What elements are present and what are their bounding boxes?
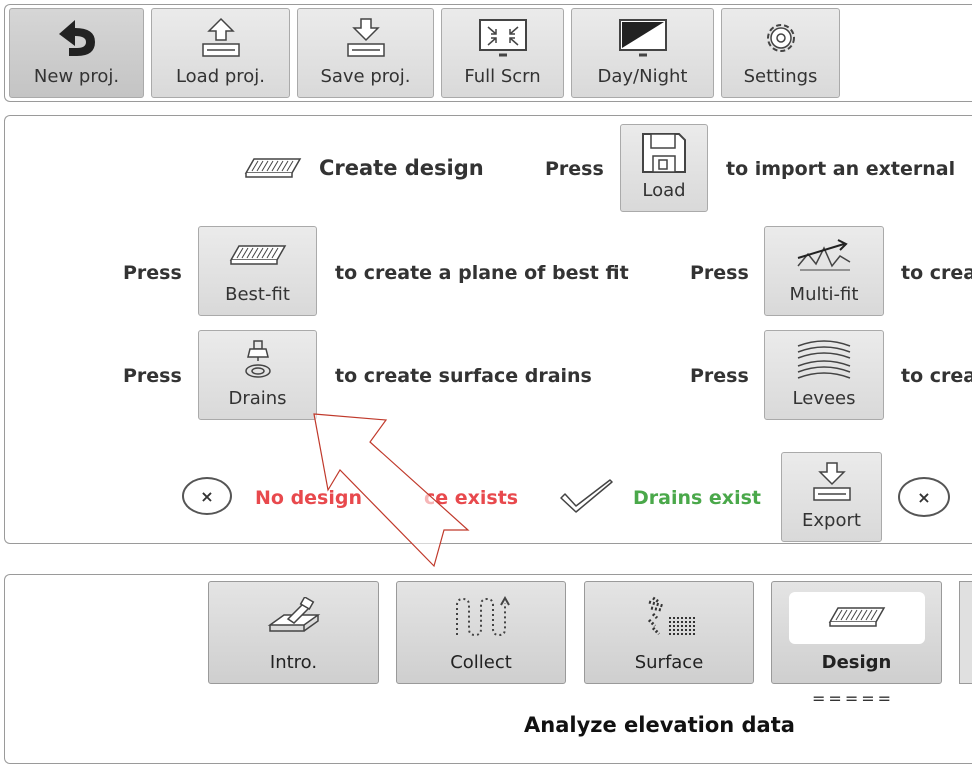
levees-label: Levees bbox=[792, 388, 856, 409]
load-design-label: Load bbox=[642, 180, 686, 201]
nav-intro-label: Intro. bbox=[269, 652, 318, 673]
nav-next-button-partial[interactable] bbox=[959, 581, 972, 684]
load-design-button[interactable]: Load bbox=[620, 124, 708, 212]
design-plane-icon bbox=[244, 158, 302, 178]
undo-arrow-icon bbox=[58, 19, 95, 56]
design-icon-tile bbox=[788, 592, 925, 644]
collect-path-icon bbox=[456, 595, 510, 637]
nav-intro-button[interactable]: Intro. bbox=[208, 581, 379, 684]
export-icon bbox=[812, 461, 851, 501]
save-project-button[interactable]: Save proj. bbox=[297, 8, 434, 98]
import-text: to import an external bbox=[726, 158, 956, 180]
drains-label: Drains bbox=[228, 388, 287, 409]
press-label: Press bbox=[123, 365, 182, 387]
multi-fit-button[interactable]: Multi-fit bbox=[764, 226, 884, 316]
new-project-button[interactable]: New proj. bbox=[9, 8, 144, 98]
day-night-button[interactable]: Day/Night bbox=[571, 8, 714, 98]
save-icon bbox=[346, 17, 385, 57]
press-label: Press bbox=[690, 262, 749, 284]
surface-grid-icon bbox=[647, 596, 695, 636]
drains-exist-status: Drains exist bbox=[633, 487, 761, 509]
status-x-icon: × bbox=[898, 477, 950, 517]
multi-fit-label: Multi-fit bbox=[789, 284, 859, 305]
day-night-label: Day/Night bbox=[597, 66, 688, 87]
best-fit-label: Best-fit bbox=[225, 284, 290, 305]
nav-collect-label: Collect bbox=[450, 652, 512, 673]
drain-icon bbox=[244, 339, 271, 378]
new-project-label: New proj. bbox=[33, 66, 120, 87]
best-fit-button[interactable]: Best-fit bbox=[198, 226, 317, 316]
settings-button[interactable]: Settings bbox=[721, 8, 840, 98]
check-icon bbox=[560, 479, 613, 513]
nav-design-label: Design bbox=[821, 652, 892, 673]
nav-footer-title: Analyze elevation data bbox=[524, 713, 795, 737]
levees-button[interactable]: Levees bbox=[764, 330, 884, 420]
full-screen-label: Full Scrn bbox=[464, 66, 541, 87]
export-label: Export bbox=[802, 510, 861, 531]
design-plane-icon bbox=[828, 607, 885, 627]
load-icon bbox=[201, 17, 240, 57]
save-project-label: Save proj. bbox=[320, 66, 411, 87]
no-design-status-icon: × bbox=[182, 477, 232, 515]
pointer-arrow-icon bbox=[313, 413, 470, 568]
best-fit-plane-icon bbox=[229, 244, 286, 265]
day-night-icon bbox=[618, 18, 667, 56]
settings-label: Settings bbox=[743, 66, 818, 87]
drains-text: to create surface drains bbox=[335, 365, 592, 387]
levees-text: to crea bbox=[901, 365, 972, 387]
press-label: Press bbox=[545, 158, 604, 180]
best-fit-text: to create a plane of best fit bbox=[335, 262, 629, 284]
export-button[interactable]: Export bbox=[781, 452, 882, 542]
floppy-disk-icon bbox=[642, 132, 686, 173]
nav-surface-label: Surface bbox=[634, 652, 704, 673]
levees-icon bbox=[797, 339, 851, 379]
press-label: Press bbox=[690, 365, 749, 387]
survey-icon bbox=[267, 597, 320, 632]
load-project-button[interactable]: Load proj. bbox=[151, 8, 290, 98]
full-screen-button[interactable]: Full Scrn bbox=[441, 8, 564, 98]
create-design-title: Create design bbox=[319, 156, 484, 180]
gear-icon bbox=[766, 23, 795, 52]
fullscreen-icon bbox=[478, 18, 527, 56]
press-label: Press bbox=[123, 262, 182, 284]
nav-design-button[interactable]: Design bbox=[771, 581, 942, 684]
nav-collect-button[interactable]: Collect bbox=[396, 581, 566, 684]
active-tab-indicator: ===== bbox=[812, 689, 895, 708]
multi-fit-icon bbox=[797, 238, 851, 270]
load-project-label: Load proj. bbox=[175, 66, 266, 87]
nav-surface-button[interactable]: Surface bbox=[584, 581, 754, 684]
multi-fit-text: to crea bbox=[901, 262, 972, 284]
